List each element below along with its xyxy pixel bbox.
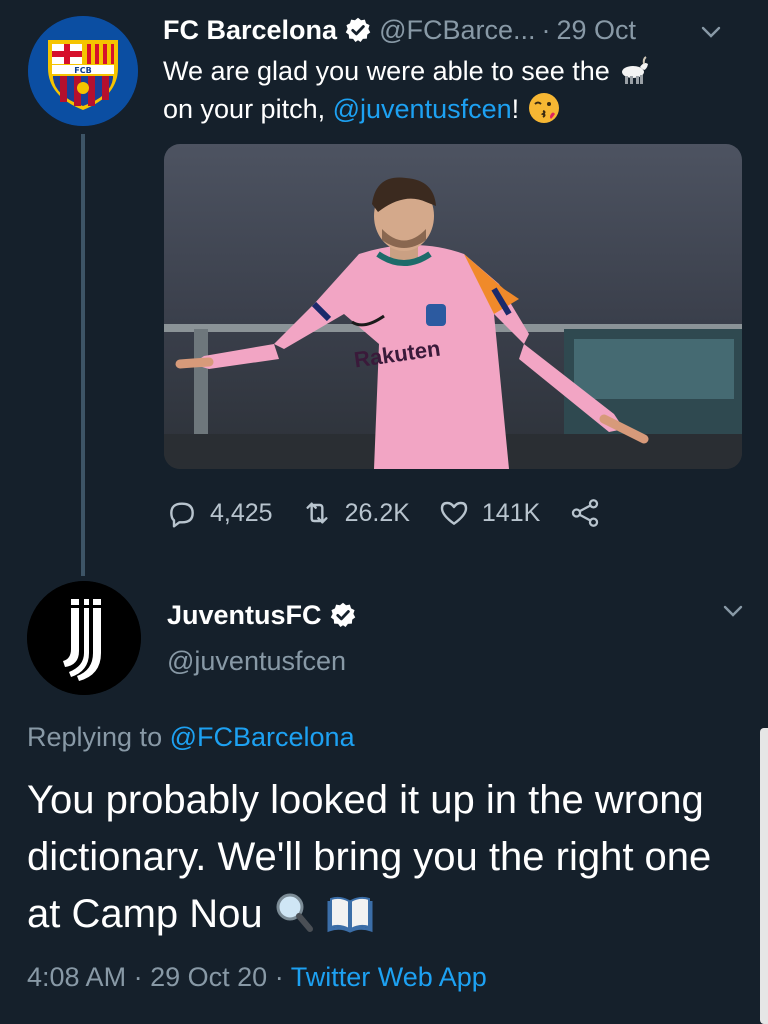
verified-badge-icon [344, 16, 372, 44]
meta-separator: · [133, 962, 143, 992]
retweet-count: 26.2K [344, 498, 410, 527]
reply-count: 4,425 [210, 498, 273, 527]
tweet2-meta: 4:08 AM · 29 Oct 20 · Twitter Web App [27, 962, 487, 993]
tweet2-handle[interactable]: @juventusfcen [167, 646, 346, 677]
fc-barcelona-avatar[interactable]: FCB [28, 16, 138, 126]
twitter-thread: FCB FC Barcelona @FCBarce... · 29 Oct We… [0, 0, 768, 1024]
tweet2-author-name[interactable]: JuventusFC [167, 600, 322, 631]
chevron-down-icon[interactable] [722, 600, 744, 622]
chevron-down-icon[interactable] [700, 19, 722, 41]
retweet-button[interactable]: 26.2K [301, 497, 410, 529]
replying-to-line: Replying to @FCBarcelona [27, 722, 355, 753]
share-icon [572, 499, 599, 527]
tweet2-author-row: JuventusFC [167, 595, 364, 635]
reply-icon [170, 502, 194, 528]
kiss-emoji-icon [527, 91, 561, 125]
meta-separator: · [274, 962, 284, 992]
like-count: 141K [481, 498, 541, 527]
tweet1-header: FC Barcelona @FCBarce... · 29 Oct [163, 10, 748, 50]
open-book-icon [327, 896, 373, 933]
tweet1-handle[interactable]: @FCBarce... [379, 15, 535, 46]
heart-icon [440, 501, 468, 525]
tweet1-photo[interactable]: Rakuten [164, 144, 742, 469]
tweet1-text-part2: on your pitch, [163, 94, 326, 124]
tweet1-text-part3: ! [511, 94, 520, 124]
tweet1-date[interactable]: 29 Oct [557, 15, 637, 46]
tweet1-actions-bar: 4,425 26.2K 141K [166, 493, 666, 533]
like-button[interactable]: 141K [438, 497, 540, 529]
replying-to-link[interactable]: @FCBarcelona [170, 722, 355, 752]
tweet1-author-name[interactable]: FC Barcelona [163, 15, 337, 46]
juventus-logo-icon [27, 581, 141, 695]
replying-to-label: Replying to [27, 722, 163, 752]
tweet2-time: 4:08 AM [27, 962, 127, 992]
verified-badge-icon [329, 601, 357, 629]
tweet1-text: We are glad you were able to see the on … [163, 52, 733, 128]
scrollbar[interactable] [760, 728, 768, 1024]
mention-juventus-link[interactable]: @juventusfcen [333, 94, 512, 124]
retweet-icon [306, 502, 328, 524]
goat-emoji-icon [617, 53, 651, 87]
svg-text:FCB: FCB [74, 66, 91, 75]
fcb-crest-icon: FCB [28, 16, 138, 126]
juventus-avatar[interactable] [27, 581, 141, 695]
thread-connector-line [81, 134, 85, 576]
tweet2-source-link[interactable]: Twitter Web App [291, 962, 487, 992]
meta-separator: · [541, 14, 551, 45]
share-button[interactable] [568, 496, 614, 530]
tweet2-date: 29 Oct 20 [150, 962, 268, 992]
magnifying-glass-icon [276, 893, 313, 932]
tweet2-text: You probably looked it up in the wrong d… [27, 772, 747, 943]
reply-button[interactable]: 4,425 [166, 497, 273, 529]
tweet1-text-part1: We are glad you were able to see the [163, 56, 610, 86]
